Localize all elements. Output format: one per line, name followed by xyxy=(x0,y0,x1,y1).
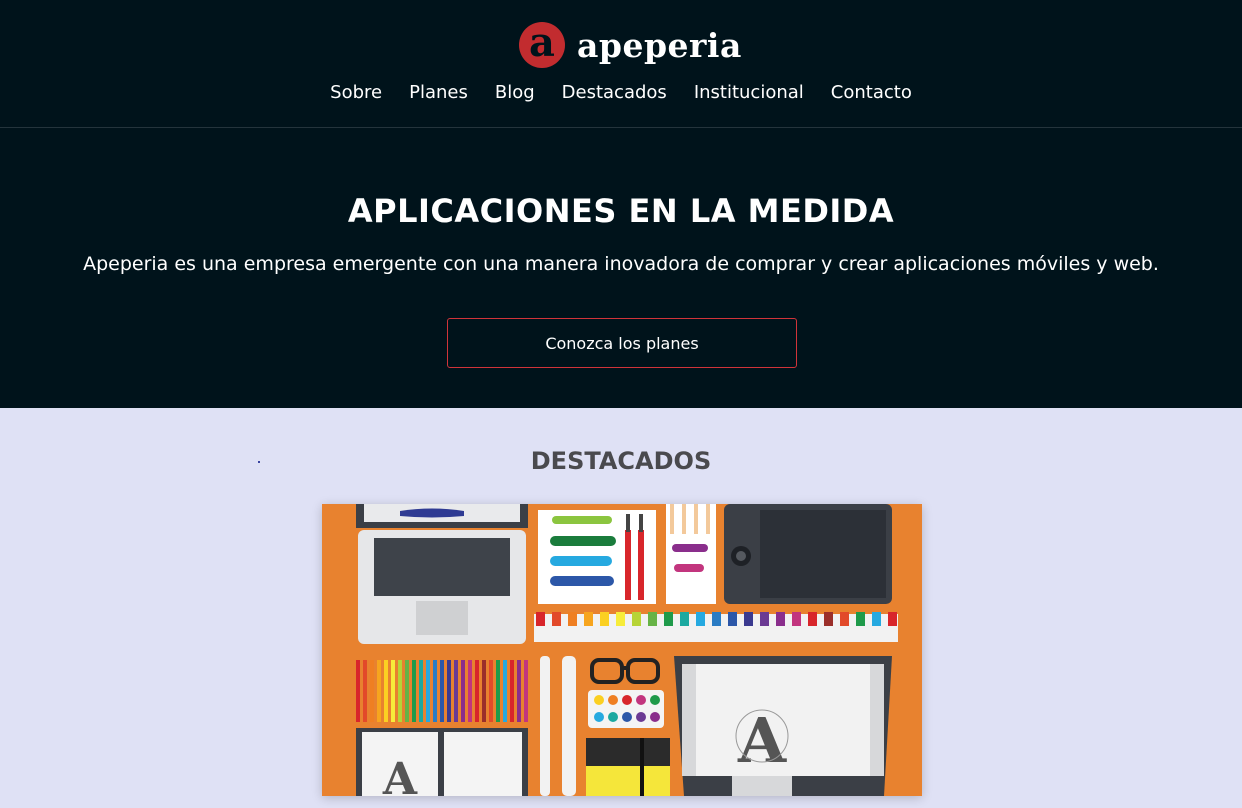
nav-link-planes[interactable]: Planes xyxy=(409,82,468,103)
watercolor-palette-icon xyxy=(588,690,664,728)
nav-link-destacados[interactable]: Destacados xyxy=(562,82,667,103)
notebook-icon: A xyxy=(356,728,528,796)
nav-link-sobre[interactable]: Sobre xyxy=(330,82,382,103)
brand-name: apeperia xyxy=(577,25,742,65)
yellow-notebook-icon xyxy=(586,738,670,796)
featured-image[interactable]: A A xyxy=(322,504,922,796)
svg-text:A: A xyxy=(382,754,418,796)
hero-title: APLICACIONES EN LA MEDIDA xyxy=(347,192,895,230)
nav-link-contacto[interactable]: Contacto xyxy=(831,82,912,103)
monitor-icon: A xyxy=(674,656,892,796)
drawing-tablet-icon xyxy=(724,504,892,604)
designer-desk-illustration: A A xyxy=(322,504,922,796)
site-header: a apeperia Sobre Planes Blog Destacados … xyxy=(0,0,1242,128)
hero-subtitle: Apeperia es una empresa emergente con un… xyxy=(83,253,1159,275)
nav-link-institucional[interactable]: Institucional xyxy=(694,82,804,103)
view-plans-button[interactable]: Conozca los planes xyxy=(447,318,797,368)
brand-logo[interactable]: a apeperia xyxy=(519,22,742,68)
paint-tubes-icon xyxy=(534,612,898,642)
logo-letter: a xyxy=(529,18,555,66)
svg-text:A: A xyxy=(737,704,787,777)
logo-icon: a xyxy=(519,22,565,68)
laptop-icon xyxy=(356,504,528,644)
nav-link-blog[interactable]: Blog xyxy=(495,82,535,103)
hero-section: APLICACIONES EN LA MEDIDA Apeperia es un… xyxy=(0,128,1242,408)
featured-title: DESTACADOS xyxy=(530,447,712,475)
main-nav: Sobre Planes Blog Destacados Institucion… xyxy=(0,82,1242,103)
